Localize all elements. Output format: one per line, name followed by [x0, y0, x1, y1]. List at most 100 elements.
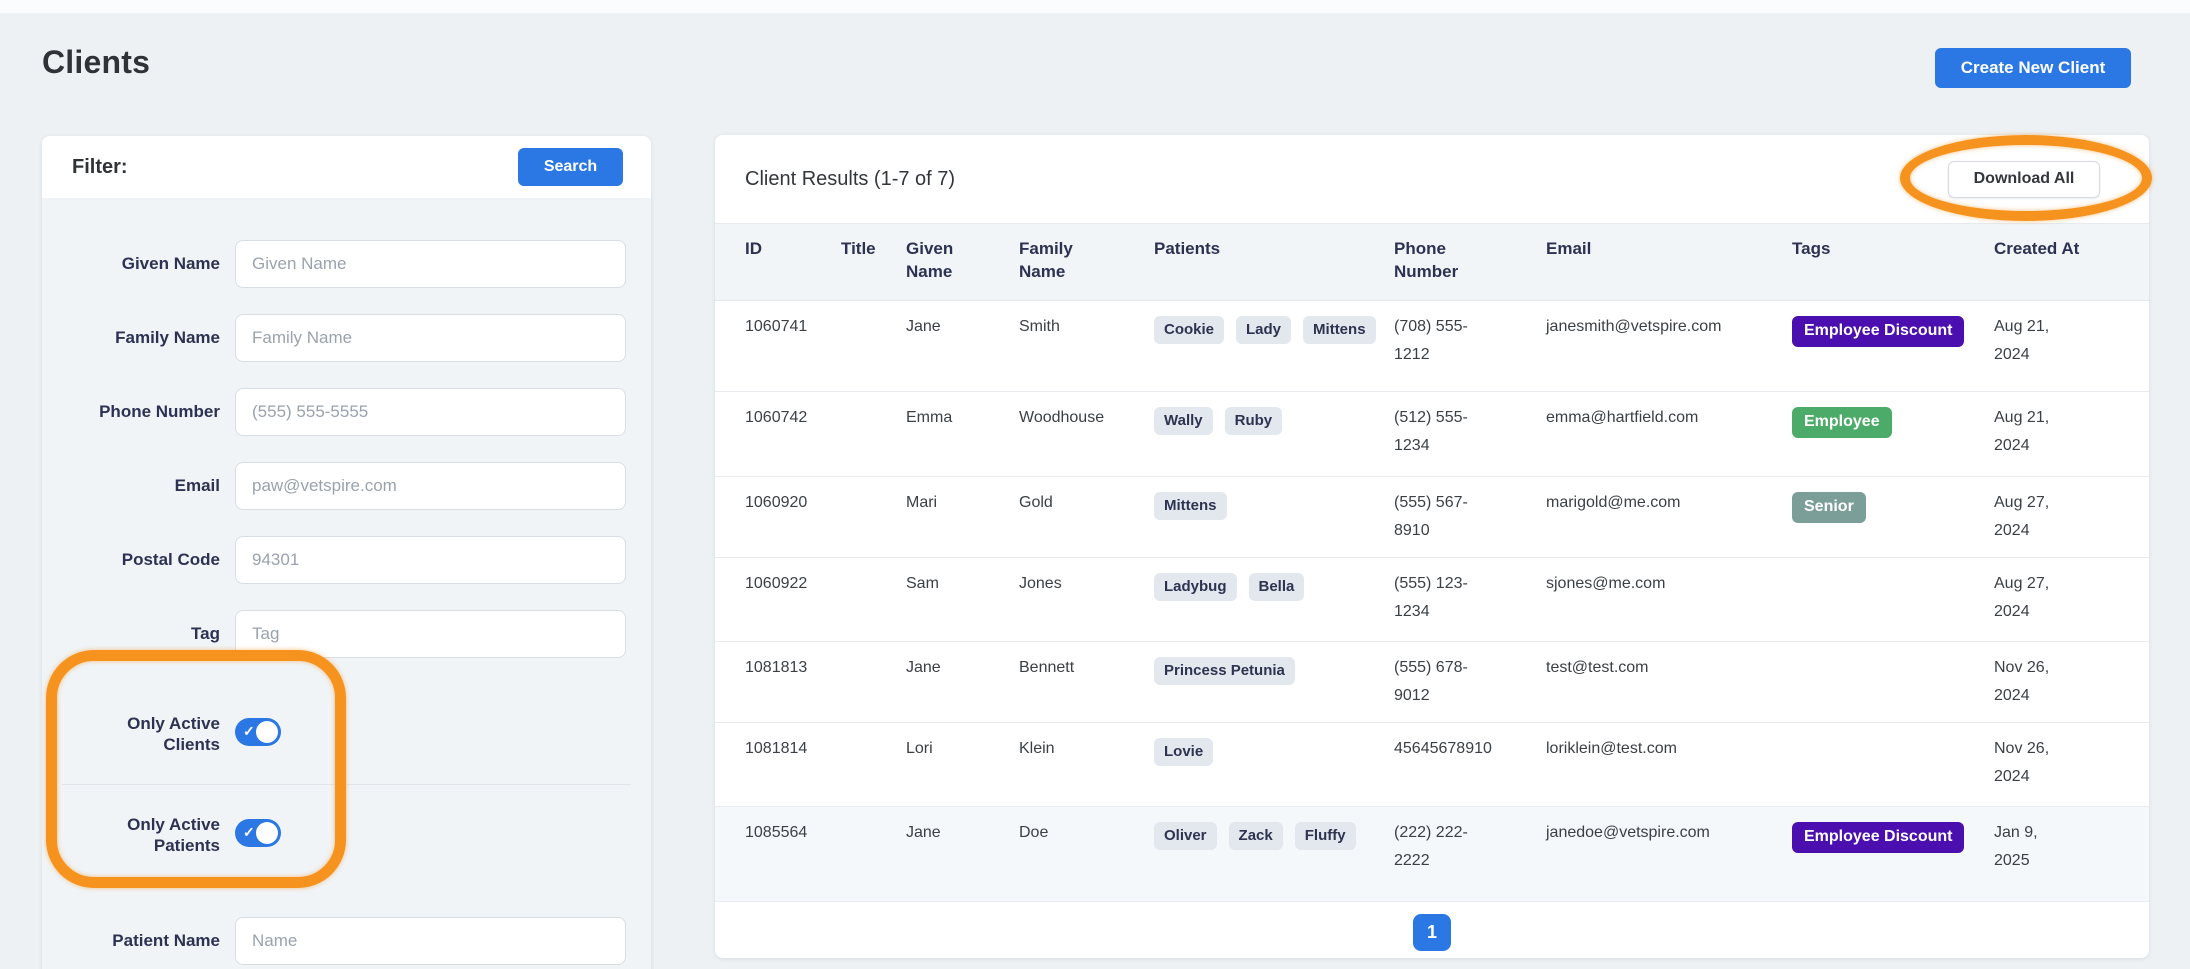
tag-input[interactable] [235, 610, 626, 658]
client-family-cell: Klein [1019, 723, 1154, 806]
family-name-input[interactable] [235, 314, 626, 362]
client-tags-cell: Employee [1792, 392, 1994, 476]
patient-chip: Ladybug [1154, 573, 1237, 601]
client-email-text: marigold@me.com [1546, 494, 1681, 511]
client-given-text: Emma [906, 409, 952, 426]
client-id-text: 1060922 [745, 575, 807, 592]
only-active-clients-toggle[interactable]: ✓ [235, 718, 281, 746]
client-given-cell: Jane [906, 807, 1019, 901]
client-row[interactable]: 1060742EmmaWoodhouseWallyRuby(512) 555-1… [715, 392, 2149, 477]
toggle-check-icon: ✓ [243, 824, 255, 841]
patient-name-input[interactable] [235, 917, 626, 965]
filter-field-label-text: Given Name [122, 253, 220, 274]
client-email-cell: test@test.com [1546, 642, 1792, 722]
client-row[interactable]: 1060741JaneSmithCookieLadyMittens(708) 5… [715, 301, 2149, 392]
client-phone-cell: (708) 555-1212 [1394, 301, 1546, 391]
client-created-cell: Aug 27, 2024 [1994, 477, 2119, 557]
download-all-button[interactable]: Download All [1948, 161, 2100, 198]
pagination-page-button[interactable]: 1 [1413, 914, 1451, 951]
postal-code-input[interactable] [235, 536, 626, 584]
client-id-cell: 1060742 [745, 392, 841, 476]
client-created-cell: Aug 21, 2024 [1994, 392, 2119, 476]
filter-field-row: Phone Number [42, 388, 651, 436]
client-id-cell: 1060922 [745, 558, 841, 641]
client-id-cell: 1081814 [745, 723, 841, 806]
filter-header: Filter: Search [42, 136, 651, 198]
client-given-text: Jane [906, 318, 941, 335]
filter-toggle-label-text: Only Active Patients [124, 814, 220, 857]
client-row[interactable]: 1060920MariGoldMittens(555) 567-8910mari… [715, 477, 2149, 558]
column-header-text: ID [745, 238, 762, 261]
search-button[interactable]: Search [518, 148, 623, 186]
client-tags-cell: Senior [1792, 477, 1994, 557]
client-patients-cell: Mittens [1154, 477, 1394, 557]
tag-chip-list [1792, 570, 1994, 573]
patient-chip: Ruby [1225, 407, 1283, 435]
client-family-cell: Doe [1019, 807, 1154, 901]
client-email-cell: marigold@me.com [1546, 477, 1792, 557]
client-given-cell: Jane [906, 642, 1019, 722]
tag-chip: Senior [1792, 492, 1866, 523]
client-given-cell: Mari [906, 477, 1019, 557]
client-family-text: Gold [1019, 494, 1053, 511]
client-family-text: Woodhouse [1019, 409, 1104, 426]
filter-heading: Filter: [72, 156, 128, 179]
client-patients-cell: Ladybug Bella [1154, 558, 1394, 641]
client-phone-text: (555) 123-1234 [1394, 570, 1494, 626]
column-header-text: Tags [1792, 238, 1830, 261]
client-phone-text: 45645678910 [1394, 735, 1492, 763]
patient-chip: Cookie [1154, 316, 1224, 344]
client-row[interactable]: 1085564JaneDoeOliverZackFluffy(222) 222-… [715, 807, 2149, 902]
tag-chip-list: Senior [1792, 489, 1994, 523]
toggle-check-icon: ✓ [243, 723, 255, 740]
column-header-given: Given Name [906, 224, 1019, 300]
client-id-text: 1081814 [745, 740, 807, 757]
filter-form: Given NameFamily NamePhone NumberEmailPo… [42, 198, 651, 969]
client-email-cell: janesmith@vetspire.com [1546, 301, 1792, 391]
client-family-text: Doe [1019, 824, 1048, 841]
patient-chip: Oliver [1154, 822, 1217, 850]
client-tags-cell: Employee Discount [1792, 807, 1994, 901]
client-phone-text: (555) 567-8910 [1394, 489, 1494, 545]
client-given-cell: Lori [906, 723, 1019, 806]
client-patients-cell: WallyRuby [1154, 392, 1394, 476]
patient-chip: Bella [1249, 573, 1305, 601]
client-title-cell [841, 807, 906, 901]
client-row[interactable]: 1060922SamJonesLadybugBella(555) 123-123… [715, 558, 2149, 642]
client-created-text: Aug 27, 2024 [1994, 570, 2064, 626]
tag-chip-list: Employee [1792, 404, 1994, 438]
filter-panel: Filter: Search Given NameFamily NamePhon… [42, 136, 651, 969]
client-row[interactable]: 1081813JaneBennettPrincess Petunia(555) … [715, 642, 2149, 723]
client-row[interactable]: 1081814 LoriKleinLovie 45645678910 loriklei… [715, 723, 2149, 807]
patient-chip: Princess Petunia [1154, 657, 1295, 685]
client-phone-cell: (555) 567-8910 [1394, 477, 1546, 557]
filter-toggle-row: Only Active Clients ✓ [42, 684, 651, 784]
toggle-cell: ✓ [235, 718, 626, 751]
client-phone-cell: (555) 678-9012 [1394, 642, 1546, 722]
client-title-cell [841, 642, 906, 722]
client-email-text: loriklein@test.com [1546, 740, 1677, 757]
column-header-text: Patients [1154, 238, 1220, 261]
column-header-created: Created At [1994, 224, 2119, 300]
given-name-input[interactable] [235, 240, 626, 288]
client-results-panel: Client Results (1-7 of 7) Download All I… [715, 135, 2149, 958]
toggle-knob [256, 822, 278, 844]
tag-chip: Employee Discount [1792, 316, 1964, 347]
tag-chip: Employee [1792, 407, 1892, 438]
column-header-text: Created At [1994, 238, 2079, 261]
only-active-patients-toggle[interactable]: ✓ [235, 819, 281, 847]
filter-field-label: Tag [42, 623, 220, 644]
email-input[interactable] [235, 462, 626, 510]
filter-field-label-text: Postal Code [122, 549, 220, 570]
filter-field-label-text: Phone Number [99, 401, 220, 422]
column-header-patients: Patients [1154, 224, 1394, 300]
patient-chip-list: Lovie [1154, 735, 1382, 766]
client-title-cell [841, 301, 906, 391]
phone-number-input[interactable] [235, 388, 626, 436]
client-created-cell: Aug 27, 2024 [1994, 558, 2119, 641]
client-tags-cell [1792, 642, 1994, 722]
filter-toggle-label: Only Active Clients [42, 713, 220, 756]
create-new-client-button[interactable]: Create New Client [1935, 48, 2131, 88]
column-header-text: Email [1546, 238, 1591, 261]
tag-chip-list: Employee Discount [1792, 819, 1994, 853]
